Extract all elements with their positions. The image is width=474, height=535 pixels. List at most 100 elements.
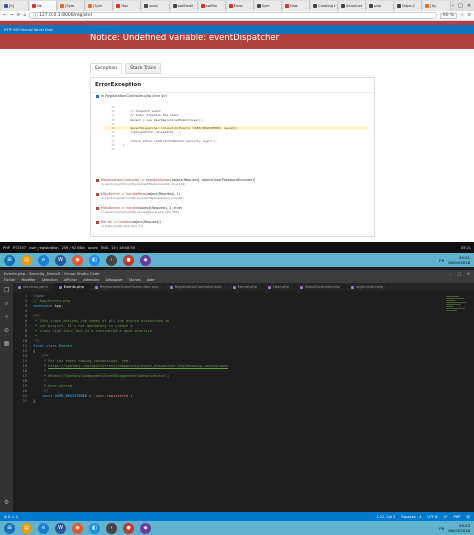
- taskbar-top: ⊞ ▤ e W ◉ ◧ › ● ◆ FR 05:51 06/03/2018: [0, 253, 474, 267]
- tray-clock[interactable]: 05:53 06/03/2018: [448, 523, 470, 533]
- editor-tab-label: VideoController.php: [304, 285, 341, 289]
- stack-frame[interactable]: HttpKernel -> handleRaw(object(Request),…: [96, 192, 184, 200]
- window-controls[interactable]: – □ ✕: [452, 3, 474, 9]
- editor-tab[interactable]: services.yaml: [13, 283, 54, 291]
- app2-icon[interactable]: ◆: [140, 254, 151, 266]
- tray-lang[interactable]: FR: [439, 526, 444, 531]
- maximize-icon[interactable]: □: [458, 3, 463, 9]
- browser-tab[interactable]: Creating t: [311, 0, 339, 11]
- menu-icon[interactable]: ≡: [467, 13, 471, 18]
- browser-tab[interactable]: Sym: [254, 0, 282, 11]
- browser-tab[interactable]: [Sym: [86, 0, 114, 11]
- browser-tab[interactable]: [Sym: [58, 0, 86, 11]
- url-input[interactable]: ⓘ 127.0.0.1:8000/register: [29, 12, 437, 19]
- expand-icon[interactable]: [96, 220, 99, 224]
- firefox-icon[interactable]: ◉: [72, 522, 83, 534]
- status-item[interactable]: 😊: [466, 515, 470, 519]
- bookmark-star-icon[interactable]: ☆: [460, 13, 464, 18]
- vscode-icon[interactable]: ◧: [89, 254, 100, 266]
- editor-tab[interactable]: User.php: [263, 283, 295, 291]
- start-icon[interactable]: ⊞: [4, 254, 15, 266]
- menu-item[interactable]: Afficher: [64, 278, 78, 282]
- app-icon[interactable]: ●: [123, 522, 134, 534]
- minimize-icon[interactable]: –: [452, 3, 455, 9]
- reload-icon[interactable]: ⟳: [17, 13, 21, 18]
- stack-frame[interactable]: RegistrationController -> registerAction…: [96, 178, 255, 186]
- maximize-icon[interactable]: □: [457, 271, 461, 276]
- terminal-icon[interactable]: ›: [106, 254, 117, 266]
- search-icon[interactable]: ⌕: [5, 300, 8, 308]
- extensions-icon[interactable]: ▦: [4, 340, 10, 347]
- status-item[interactable]: L 22, Col 2: [377, 515, 396, 519]
- browser-tab[interactable]: local: [142, 0, 170, 11]
- app2-icon[interactable]: ◆: [140, 522, 151, 534]
- firefox-icon[interactable]: ◉: [72, 254, 83, 266]
- vscode-icon[interactable]: ◧: [89, 522, 100, 534]
- status-item[interactable]: Espaces : 4: [401, 515, 421, 519]
- collapse-icon[interactable]: [96, 94, 99, 98]
- start-icon[interactable]: ⊞: [4, 522, 15, 534]
- browser-tab[interactable]: Emoi: [226, 0, 254, 11]
- browser-tab[interactable]: swiftmail: [170, 0, 198, 11]
- browser-tab[interactable]: [Sy: [423, 0, 451, 11]
- expand-icon[interactable]: [96, 178, 99, 182]
- expand-icon[interactable]: [96, 192, 99, 196]
- browser-tab[interactable]: Ne: [30, 0, 58, 11]
- browser-tab[interactable]: Hov: [114, 0, 142, 11]
- browser-tab[interactable]: Introduct: [339, 0, 367, 11]
- stack-frame[interactable]: HttpKernel -> handle(object(Request), 1,…: [96, 206, 182, 214]
- status-item[interactable]: LF: [444, 515, 448, 519]
- back-icon[interactable]: ←: [3, 13, 7, 18]
- debug-icon[interactable]: ⊘: [4, 327, 9, 334]
- status-item[interactable]: PHP: [453, 515, 460, 519]
- minimize-icon[interactable]: –: [449, 271, 451, 276]
- folder-icon[interactable]: ▤: [21, 522, 32, 534]
- folder-icon[interactable]: ▤: [21, 254, 32, 266]
- browser-tab[interactable]: swiftm: [198, 0, 226, 11]
- editor-tab[interactable]: RegistrationEventSubscriber.php: [90, 283, 165, 291]
- first-frame[interactable]: in RegistrationController.php (line 40): [96, 94, 167, 98]
- settings-gear-icon[interactable]: ⚙: [4, 499, 9, 506]
- menu-item[interactable]: Sélection: [42, 278, 58, 282]
- code-editor[interactable]: 1 <?php 2// App/Events.php 3 namespace App; 4…: [13, 291, 474, 512]
- home-icon[interactable]: ⌂: [23, 13, 26, 18]
- status-item[interactable]: UTF-8: [427, 515, 437, 519]
- problems-indicator[interactable]: ⊗ 0 ⚠ 0: [4, 515, 18, 519]
- editor-tab[interactable]: Events.php: [53, 283, 90, 291]
- menu-item[interactable]: Modifier: [21, 278, 35, 282]
- zoom-level[interactable]: 90 %: [439, 12, 458, 19]
- edge-icon[interactable]: e: [38, 522, 49, 534]
- terminal-icon[interactable]: ›: [106, 522, 117, 534]
- editor-tab[interactable]: VideoController.php: [295, 283, 347, 291]
- explorer-icon[interactable]: ❐: [4, 287, 9, 294]
- close-icon[interactable]: ✕: [467, 3, 471, 9]
- forward-icon[interactable]: →: [10, 13, 14, 18]
- tab-exception[interactable]: Exception: [90, 63, 123, 74]
- line-text: }: [123, 142, 125, 147]
- word-icon[interactable]: W: [55, 522, 66, 534]
- menu-item[interactable]: Tâches: [129, 278, 141, 282]
- stack-frame[interactable]: Kernel -> handle(object(Request)) in publ…: [96, 220, 161, 228]
- browser-tab[interactable]: php: [367, 0, 395, 11]
- menu-item[interactable]: Atteindre: [83, 278, 99, 282]
- word-icon[interactable]: W: [55, 254, 66, 266]
- menu-item[interactable]: Déboguer: [105, 278, 122, 282]
- app-icon[interactable]: ●: [123, 254, 134, 266]
- browser-tab[interactable]: https://: [395, 0, 423, 11]
- close-icon[interactable]: ✕: [467, 271, 470, 276]
- menu-item[interactable]: Fichier: [4, 278, 15, 282]
- minimap[interactable]: [446, 295, 468, 375]
- source-control-icon[interactable]: ⑂: [5, 314, 9, 321]
- status-item: PT1537: [12, 245, 27, 250]
- edge-icon[interactable]: e: [38, 254, 49, 266]
- editor-tab[interactable]: RegistrationController.php: [165, 283, 228, 291]
- browser-tab[interactable]: [S]: [2, 0, 30, 11]
- tab-stack-trace[interactable]: Stack Trace: [125, 63, 161, 74]
- browser-tab[interactable]: How: [282, 0, 311, 11]
- editor-tab[interactable]: login.html.twig: [346, 283, 390, 291]
- tray-lang[interactable]: FR: [439, 258, 444, 263]
- menu-item[interactable]: Aide: [147, 278, 155, 282]
- expand-icon[interactable]: [96, 206, 99, 210]
- editor-tab[interactable]: Kernel.php: [228, 283, 263, 291]
- tray-clock[interactable]: 05:51 06/03/2018: [448, 255, 470, 265]
